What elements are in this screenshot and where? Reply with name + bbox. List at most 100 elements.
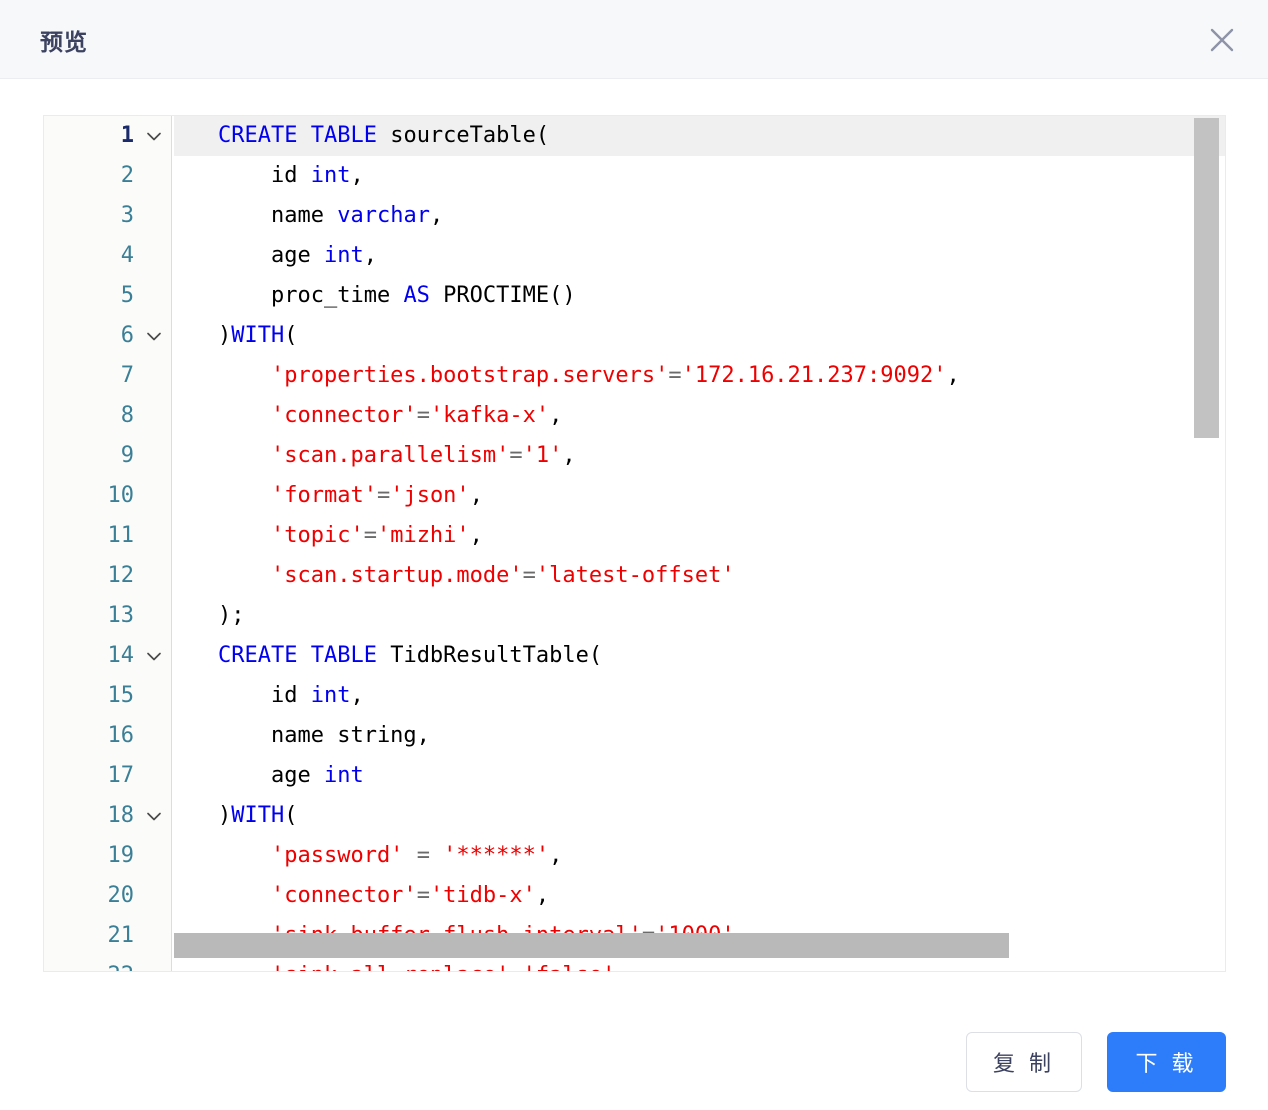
horizontal-scrollbar-thumb[interactable] [174,933,1009,958]
code-line[interactable]: 11 'topic'='mizhi', [44,516,1225,556]
code-token: , [350,163,364,188]
code-line[interactable]: 12 'scan.startup.mode'='latest-offset' [44,556,1225,596]
line-number: 3 [120,203,134,228]
code-line[interactable]: 13); [44,596,1225,636]
code-token: 'topic' [218,523,364,548]
code-line[interactable]: 19 'password' = '******', [44,836,1225,876]
code-line-text: 'scan.parallelism'='1', [218,436,576,476]
code-line-text: 'format'='json', [218,476,483,516]
code-token: 'scan.startup.mode' [218,563,523,588]
code-line[interactable]: 22 'sink.all.replace'='false', [44,956,1225,971]
line-number: 5 [120,283,134,308]
line-number: 11 [107,523,135,548]
code-token: 'password' [218,843,417,868]
code-token: '******' [429,843,550,868]
code-line-text: age int [218,756,364,796]
code-line[interactable]: 5 proc_time AS PROCTIME() [44,276,1225,316]
line-number: 4 [120,243,134,268]
code-token: , [350,683,364,708]
close-button[interactable] [1202,20,1242,60]
close-icon [1207,25,1237,55]
code-token: , [535,883,550,908]
code-token: , [549,843,563,868]
code-line[interactable]: 3 name varchar, [44,196,1225,236]
code-line[interactable]: 16 name string, [44,716,1225,756]
code-line-text: 'password' = '******', [218,836,562,876]
code-token: age [218,243,324,268]
code-token: ) [218,323,232,348]
copy-button-label: 复 制 [992,1051,1056,1076]
code-token: TidbResultTable( [376,643,603,668]
code-editor-viewport: 1 CREATE TABLE sourceTable(2 id int, 3 nam… [44,116,1225,971]
line-number: 6 [120,323,134,348]
code-line[interactable]: 20 'connector'='tidb-x', [44,876,1225,916]
code-line[interactable]: 8 'connector'='kafka-x', [44,396,1225,436]
line-number: 20 [107,883,135,908]
chevron-down-icon[interactable] [140,116,168,156]
page-title: 预览 [40,29,88,55]
line-number: 2 [120,163,134,188]
code-token: '1' [522,443,563,468]
code-token: 'json' [390,483,470,508]
code-editor[interactable]: 1 CREATE TABLE sourceTable(2 id int, 3 nam… [43,115,1226,972]
code-line[interactable]: 18)WITH( [44,796,1225,836]
code-token: = [522,563,536,588]
chevron-down-icon[interactable] [140,796,168,836]
code-token: ( [284,803,298,828]
code-line-list: 1 CREATE TABLE sourceTable(2 id int, 3 nam… [44,116,1225,971]
code-token: , [363,243,377,268]
code-line-text: 'topic'='mizhi', [218,516,483,556]
code-token: sourceTable( [376,123,550,148]
vertical-scrollbar-thumb[interactable] [1194,118,1219,438]
line-number: 13 [107,603,135,628]
modal-footer: 复 制 下 载 [0,1002,1268,1110]
code-token: ( [284,323,298,348]
code-token: 'mizhi' [376,523,470,548]
code-line[interactable]: 14 CREATE TABLE TidbResultTable( [44,636,1225,676]
code-token: = [416,883,430,908]
code-line-text: 'properties.bootstrap.servers'='172.16.2… [218,356,960,396]
line-number: 8 [120,403,134,428]
code-line-text: 'connector'='kafka-x', [218,396,562,436]
code-token: 'scan.parallelism' [218,443,510,468]
code-line-text: id int, [218,676,364,716]
code-line[interactable]: 9 'scan.parallelism'='1', [44,436,1225,476]
code-token: , [469,523,483,548]
line-number: 7 [120,363,134,388]
code-line[interactable]: 7 'properties.bootstrap.servers'='172.16… [44,356,1225,396]
chevron-down-icon[interactable] [140,316,168,356]
code-token: AS [403,283,430,308]
code-token: = [416,403,430,428]
line-number: 9 [120,443,134,468]
code-token: = [363,523,377,548]
code-token: int [323,243,364,268]
code-token: ); [218,603,245,628]
code-line[interactable]: 6)WITH( [44,316,1225,356]
code-token: int [323,763,364,788]
code-token: 'properties.bootstrap.servers' [218,363,669,388]
code-token: 'false' [523,963,616,971]
code-line[interactable]: 2 id int, [44,156,1225,196]
vertical-scrollbar-track[interactable] [1194,116,1222,971]
code-token: CREATE TABLE [218,123,377,148]
code-token: id [218,163,311,188]
copy-button[interactable]: 复 制 [966,1032,1082,1092]
line-number: 12 [107,563,135,588]
code-token: 'connector' [218,883,417,908]
code-line-text: 'connector'='tidb-x', [218,876,549,916]
chevron-down-icon[interactable] [140,636,168,676]
code-line[interactable]: 10 'format'='json', [44,476,1225,516]
code-token: = [376,483,391,508]
line-number: 16 [107,723,135,748]
code-token: , [469,483,483,508]
code-line[interactable]: 1 CREATE TABLE sourceTable( [44,116,1225,156]
code-line-text: id int, [218,156,364,196]
code-line[interactable]: 4 age int, [44,236,1225,276]
code-line-text: name string, [218,716,430,756]
code-token: age [218,763,324,788]
code-line[interactable]: 17 age int [44,756,1225,796]
code-line-text: CREATE TABLE TidbResultTable( [218,636,602,676]
download-button[interactable]: 下 载 [1107,1032,1226,1092]
code-line[interactable]: 15 id int, [44,676,1225,716]
code-token: id [218,683,311,708]
